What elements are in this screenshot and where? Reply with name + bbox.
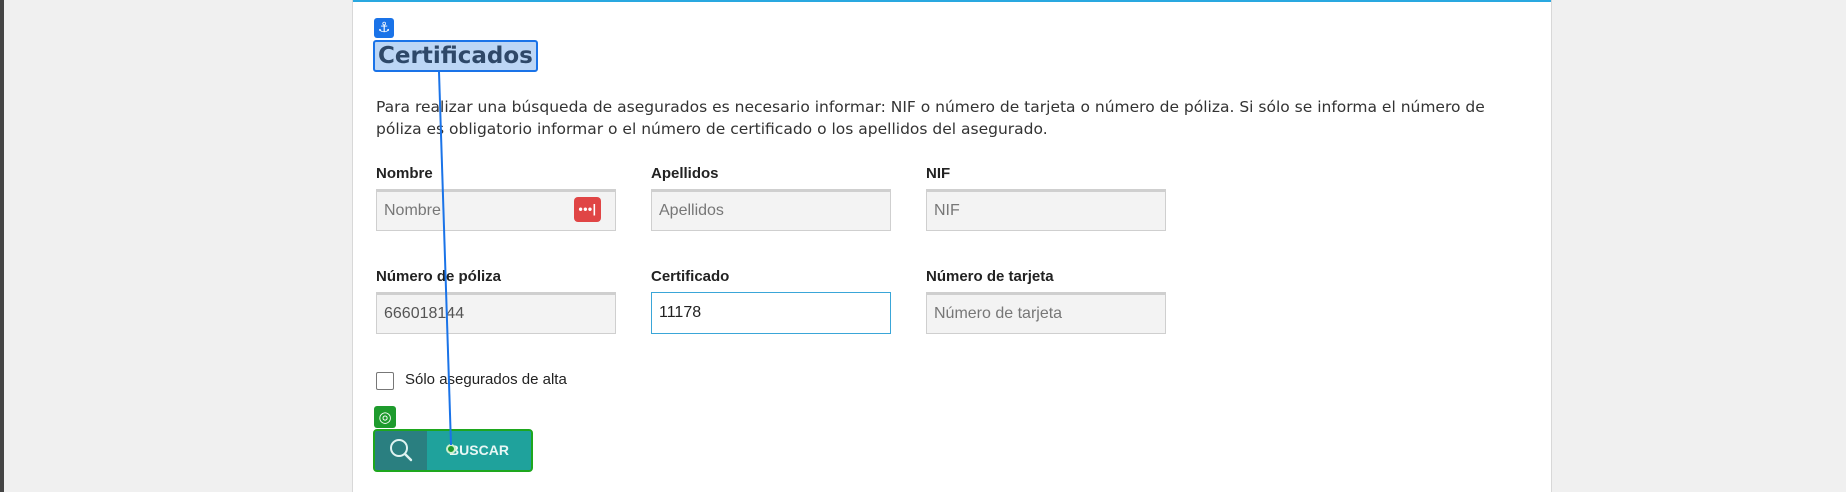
nif-input[interactable] xyxy=(926,189,1166,231)
tarjeta-input[interactable] xyxy=(926,292,1166,334)
solo-alta-label[interactable]: Sólo asegurados de alta xyxy=(405,371,567,388)
apellidos-input[interactable] xyxy=(651,189,891,231)
title-highlight: Certificados xyxy=(373,40,538,72)
page-title: Certificados xyxy=(378,43,533,69)
panel-accent-bar xyxy=(353,0,1551,2)
anchor-icon: ⚓ xyxy=(374,18,394,38)
nif-label: NIF xyxy=(926,165,951,182)
window-edge xyxy=(0,0,4,492)
apellidos-label: Apellidos xyxy=(651,165,719,182)
click-target-marker xyxy=(446,444,456,454)
certificado-input[interactable] xyxy=(651,292,891,334)
search-icon xyxy=(375,431,427,470)
password-manager-icon[interactable]: •••| xyxy=(574,197,601,222)
nombre-label: Nombre xyxy=(376,165,433,182)
content-panel xyxy=(352,0,1552,492)
target-icon: ◎ xyxy=(374,406,396,428)
tarjeta-label: Número de tarjeta xyxy=(926,268,1054,285)
search-button-label: BUSCAR xyxy=(427,431,531,470)
poliza-label: Número de póliza xyxy=(376,268,502,285)
poliza-input[interactable] xyxy=(376,292,616,334)
certificado-label: Certificado xyxy=(651,268,730,285)
info-text: Para realizar una búsqueda de asegurados… xyxy=(376,98,1485,138)
solo-alta-checkbox[interactable] xyxy=(376,372,394,390)
